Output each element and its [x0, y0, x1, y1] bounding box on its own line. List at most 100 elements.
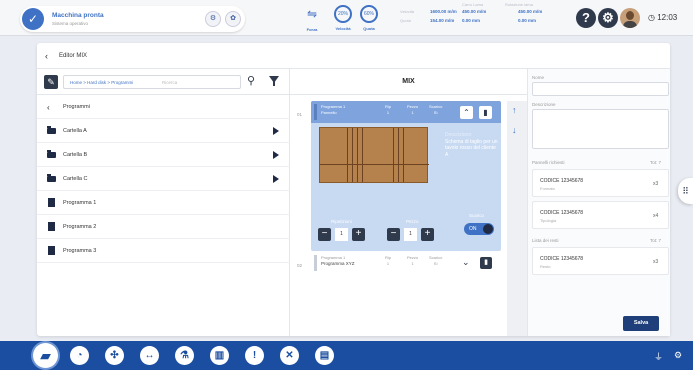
list-item-label: Programma 3 [63, 248, 97, 254]
grid-icon[interactable]: ✣ [105, 346, 124, 365]
mix-entry-selected[interactable]: Programma 1 Pannello Rip 1 Pezzo 1 Scari… [311, 101, 501, 251]
list-item[interactable]: Cartella B [37, 143, 290, 167]
tools-icon[interactable]: ⚙ [205, 11, 221, 27]
move-up-icon[interactable]: ↑ [512, 105, 517, 115]
pezzo-ctrl-label: Pezzo [406, 219, 419, 224]
list-header[interactable]: ‹ Programmi [37, 95, 290, 119]
breadcrumb: ‹ Editor MIX [37, 43, 670, 69]
cutting-scheme-preview [319, 127, 429, 183]
side-menu-icon[interactable]: ⠿ [678, 178, 693, 204]
collapse-icon[interactable]: ⌃ [460, 106, 473, 119]
alert-icon[interactable]: ! [245, 346, 264, 365]
minus-button[interactable]: − [318, 228, 331, 241]
search-icon[interactable]: ⚲ [247, 75, 255, 87]
list-item-label: Cartella A [63, 128, 87, 134]
stat-value: 450.00 m/m [462, 9, 487, 14]
trash-icon[interactable]: ▮ [479, 106, 492, 119]
speed-indicator[interactable]: 20% Velocità [330, 5, 356, 31]
name-field[interactable] [532, 82, 669, 96]
indicator-label-quota: Quota [363, 26, 375, 31]
description-field[interactable] [532, 109, 669, 149]
bottom-dock: ▰ ◔ ✣ ↔ ⚗ ▥ ! ✕ ▤ ⏚ ⚙ [0, 341, 693, 370]
stat-key: Rotazione lama [505, 2, 533, 7]
rip-value: 1 [386, 109, 390, 115]
palette-icon[interactable]: ✿ [225, 11, 241, 27]
mix-entry[interactable]: Programma 1 Programma XYZ Rip 1 Pezzo 1 … [311, 252, 501, 274]
stat-key: Velocità [400, 9, 415, 14]
printer-icon[interactable]: ▤ [315, 346, 334, 365]
usb-icon[interactable]: ⏚ [654, 350, 663, 363]
stat-value: 1600.00 m/m [430, 9, 457, 14]
search-input[interactable]: Home > Hard disk > Programmi Ricerca [63, 75, 241, 89]
edit-icon[interactable]: ✎ [44, 75, 58, 89]
panels-total: Tot: 7 [650, 160, 662, 165]
drag-handle[interactable] [314, 104, 317, 120]
scarico-toggle[interactable]: ON [464, 223, 494, 235]
scarico-label: Scarico [429, 255, 443, 260]
ripetizioni-label: Ripetizioni [331, 219, 352, 224]
move-down-icon[interactable]: ↓ [512, 125, 517, 135]
avatar[interactable] [620, 8, 640, 28]
list-item[interactable]: Cartella C [37, 167, 290, 191]
rest-code: CODICE 12345678 [540, 256, 584, 262]
filter-icon[interactable] [269, 76, 279, 86]
chevron-down-icon[interactable]: ⌄ [462, 257, 470, 268]
minus-button[interactable]: − [387, 228, 400, 241]
list-item[interactable]: Cartella A [37, 119, 290, 143]
plus-button[interactable]: + [421, 228, 434, 241]
help-icon[interactable]: ? [576, 8, 596, 28]
scarico-label: Scarico [429, 104, 443, 109]
back-icon[interactable]: ‹ [45, 51, 48, 61]
folder-open-icon[interactable]: ▰ [33, 343, 58, 368]
details-panel: Nome Descrizione Pannelli richiesti Tot:… [527, 69, 670, 336]
back-link[interactable]: Editor MIX [59, 53, 87, 59]
gear-icon[interactable]: ⚙ [674, 350, 682, 361]
pezzo-label: Pezzo [407, 255, 419, 260]
status-title: Macchina pronta [52, 12, 104, 19]
gauge-icon: 60% [360, 5, 378, 23]
lab-icon[interactable]: ⚗ [175, 346, 194, 365]
stat-key: Quota [400, 18, 411, 23]
panel-sub: Formato [540, 186, 555, 191]
list-item-label: Cartella B [63, 152, 88, 158]
quota-indicator[interactable]: 60% Quota [356, 5, 382, 31]
plus-button[interactable]: + [352, 228, 365, 241]
ripetizioni-value[interactable]: 1 [335, 228, 348, 241]
chevron-right-icon[interactable] [273, 175, 279, 183]
drag-handle[interactable] [314, 255, 317, 271]
stat-value: 154.00 m/m [430, 18, 455, 23]
path-breadcrumb[interactable]: Home > Hard disk > Programmi [70, 80, 133, 85]
chevron-right-icon[interactable] [273, 127, 279, 135]
pezzo-value: 1 [411, 260, 414, 266]
panel-qty: x4 [653, 213, 659, 219]
list-item-label: Cartella C [63, 176, 88, 182]
stats-icon[interactable]: ▥ [210, 346, 229, 365]
save-button[interactable]: Salva [623, 316, 659, 331]
editor-panel: ‹ Editor MIX ✎ Home > Hard disk > Progra… [37, 43, 670, 336]
settings-icon[interactable]: ⚙ [598, 8, 618, 28]
description-text: Schema di taglio per un tavolo rosso del… [445, 138, 498, 158]
reorder-controls: ↑ ↓ [507, 101, 527, 336]
machine-status[interactable]: ✓ Macchina pronta Sistema operativo ⚙ ✿ [20, 6, 245, 32]
folder-icon [47, 126, 56, 134]
list-item[interactable]: Programma 2 [37, 215, 290, 239]
panel-code: CODICE 12345678 [540, 178, 584, 184]
gauge-icon[interactable]: ◔ [70, 346, 89, 365]
program-list: ‹ Programmi Cartella A Cartella B Cartel… [37, 95, 290, 263]
program-value: Programma XYZ [321, 260, 355, 266]
program-value: Pannello [321, 109, 337, 115]
back-icon[interactable]: ‹ [47, 103, 50, 112]
stat-value: 0.00 mm [462, 18, 481, 23]
rest-item: CODICE 12345678 Resto x3 [532, 247, 669, 275]
wrench-icon[interactable]: ✕ [280, 346, 299, 365]
top-bar: ✓ Macchina pronta Sistema operativo ⚙ ✿ … [0, 0, 693, 36]
list-item[interactable]: Programma 3 [37, 239, 290, 263]
trash-icon[interactable]: ▮ [480, 257, 492, 269]
chevron-right-icon[interactable] [273, 151, 279, 159]
pezzo-ctrl-value[interactable]: 1 [404, 228, 417, 241]
clock: ◷ 12:03 [648, 13, 678, 22]
gauge-icon: 20% [334, 5, 352, 23]
list-item[interactable]: Programma 1 [37, 191, 290, 215]
move-icon[interactable]: ↔ [140, 346, 159, 365]
folder-icon [47, 150, 56, 158]
